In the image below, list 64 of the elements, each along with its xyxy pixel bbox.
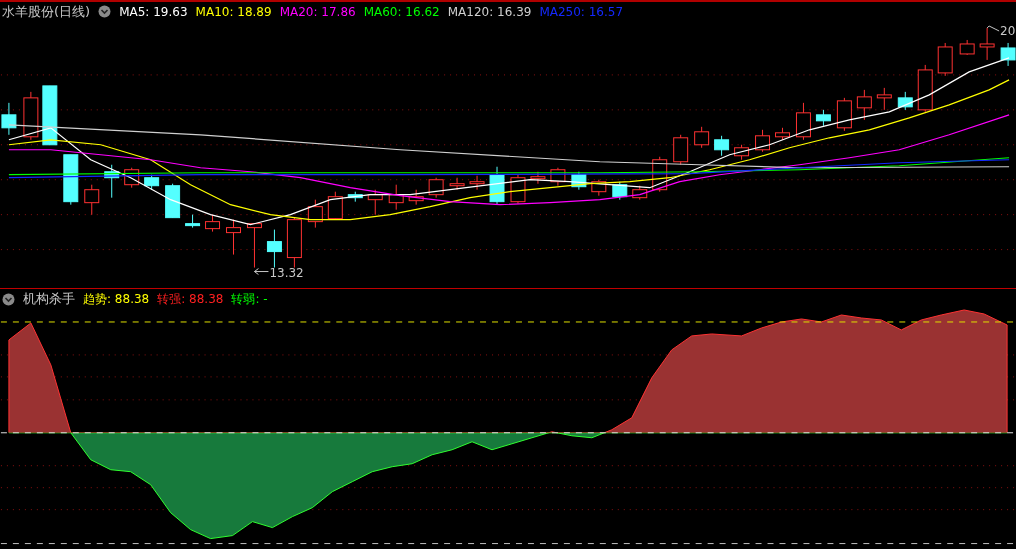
rising-candle (795, 102, 811, 141)
rising-candle (84, 184, 100, 216)
rising-candle (428, 177, 444, 199)
rising-candle (876, 87, 892, 111)
rising-candle (591, 179, 607, 197)
stock-title: 水羊股份(日线) (2, 3, 91, 21)
falling-candle (612, 181, 628, 201)
falling-candle (104, 164, 120, 199)
ma-legend-value: MA250: 16.57 (539, 5, 624, 19)
falling-candle (897, 91, 913, 111)
rising-candle (694, 126, 710, 149)
rising-candle (286, 217, 302, 268)
rising-candle (23, 91, 39, 141)
rising-candle (307, 199, 323, 229)
rising-candle (673, 134, 689, 166)
rising-candle (550, 167, 566, 187)
falling-candle (144, 174, 160, 191)
rising-candle (734, 144, 750, 161)
falling-candle (63, 154, 79, 206)
rising-candle (959, 39, 975, 56)
leader-line (986, 25, 1000, 32)
leader-line (253, 268, 269, 275)
rising-candle (856, 89, 872, 121)
ma-legend-value: MA120: 16.39 (447, 5, 532, 19)
rising-candle (937, 42, 953, 77)
rising-candle (367, 189, 383, 216)
rising-candle (388, 184, 404, 211)
indicator-title: 机构杀手 (23, 290, 75, 309)
high-price-label: 20 (1000, 23, 1016, 38)
ma-legend-value: MA60: 16.62 (363, 5, 440, 19)
chevron-down-icon[interactable] (98, 5, 112, 19)
indicator-reading: 趋势: 88.38 (83, 290, 150, 308)
falling-candle (1000, 42, 1016, 67)
rising-candle (205, 214, 221, 233)
rising-candle (327, 191, 343, 221)
rising-candle (226, 219, 241, 256)
ma-legend-value: MA20: 17.86 (279, 5, 356, 19)
rising-candle (247, 223, 262, 268)
rising-candle (917, 64, 933, 113)
falling-candle (165, 183, 181, 219)
falling-candle (1, 102, 17, 136)
indicator-reading: 转弱: - (231, 290, 268, 308)
rising-candle (979, 27, 995, 61)
rising-candle (449, 177, 465, 191)
falling-candle (185, 214, 201, 229)
falling-candle (714, 135, 730, 157)
rising-candle (408, 189, 424, 206)
falling-candle (489, 166, 505, 206)
rising-candle (124, 167, 140, 189)
falling-candle (266, 229, 282, 268)
chevron-down-icon[interactable] (2, 292, 15, 306)
rising-candle (530, 171, 546, 185)
indicator-reading: 转强: 88.38 (157, 290, 224, 308)
ma-legend-value: MA10: 18.89 (195, 5, 272, 19)
falling-candle (42, 85, 58, 146)
low-price-label: 13.32 (269, 265, 304, 280)
rising-candle (469, 175, 485, 191)
rising-candle (775, 127, 790, 141)
rising-candle (836, 97, 852, 132)
falling-candle (347, 191, 363, 203)
rising-candle (632, 185, 648, 201)
rising-candle (755, 129, 770, 153)
falling-candle (815, 109, 831, 127)
ma-legend-value: MA5: 19.63 (119, 5, 188, 19)
